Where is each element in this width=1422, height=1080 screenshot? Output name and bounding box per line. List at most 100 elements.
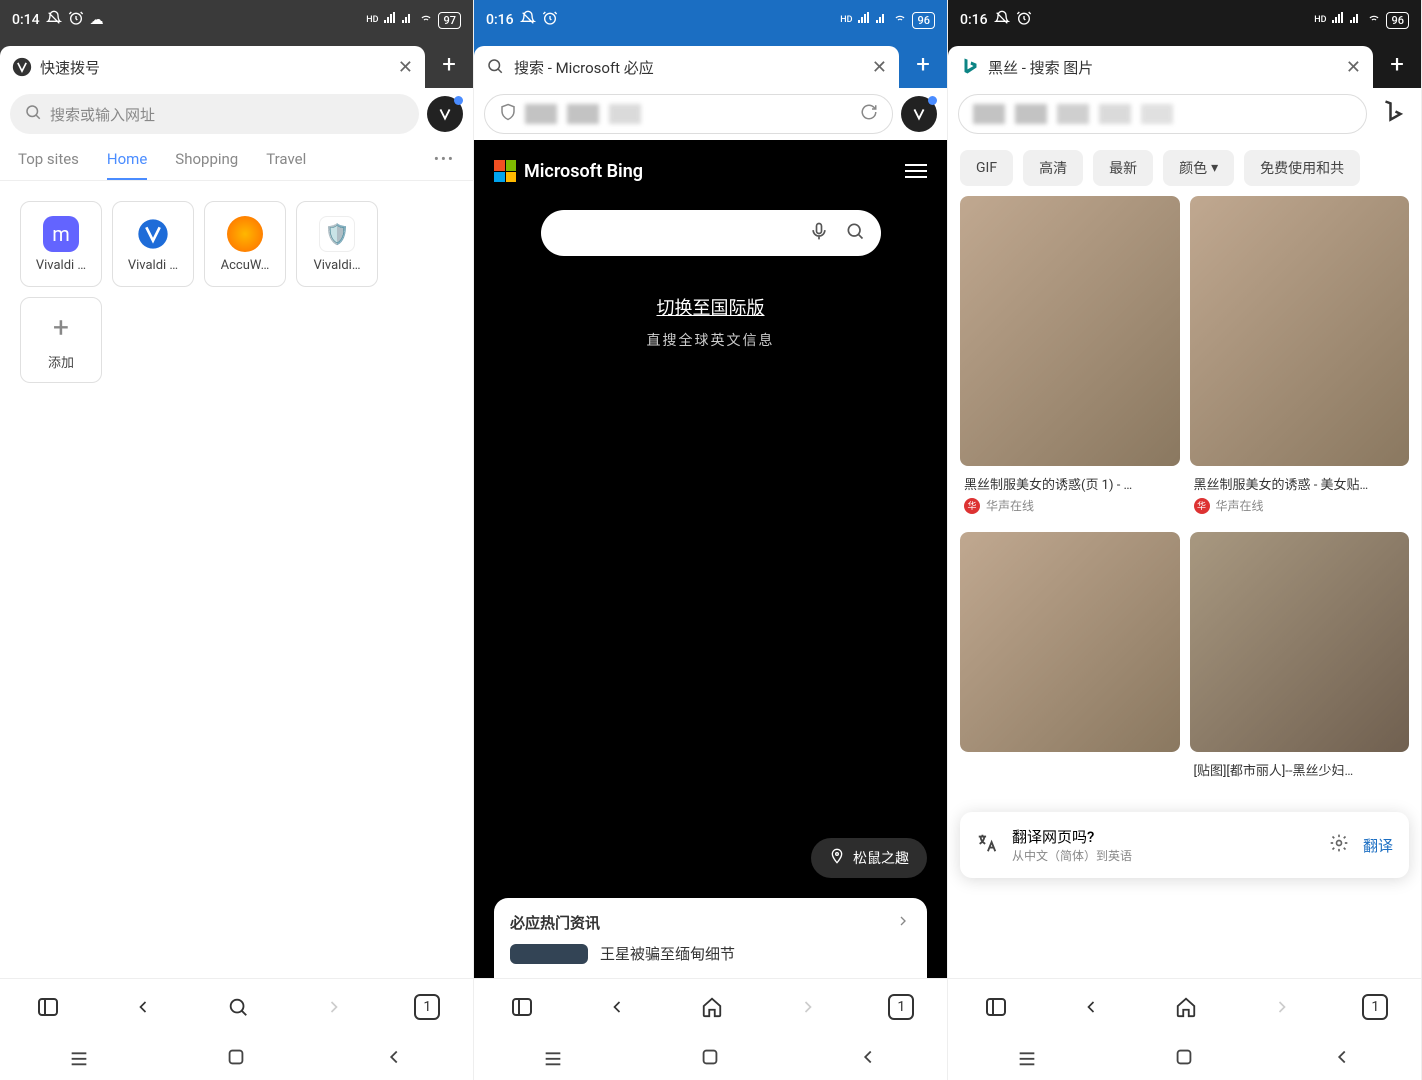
home-icon[interactable]	[699, 1046, 721, 1068]
panel-icon[interactable]	[33, 992, 63, 1022]
close-icon[interactable]: ✕	[872, 57, 887, 78]
gear-icon[interactable]	[1329, 833, 1349, 858]
bottom-toolbar: 1	[948, 978, 1421, 1034]
recents-icon[interactable]	[542, 1046, 564, 1068]
speed-dial-item[interactable]: m Vivaldi …	[20, 201, 102, 287]
speed-dial-item[interactable]: AccuW…	[204, 201, 286, 287]
home-icon[interactable]	[697, 992, 727, 1022]
profile-button[interactable]	[427, 96, 463, 132]
new-tab-button[interactable]: +	[899, 50, 947, 78]
tab-count-button[interactable]: 1	[1362, 994, 1388, 1020]
panel-icon[interactable]	[507, 992, 537, 1022]
chevron-right-icon[interactable]	[895, 913, 911, 933]
news-headline[interactable]: 王星被骗至缅甸细节	[600, 943, 735, 964]
profile-button[interactable]	[1375, 96, 1411, 132]
browser-tab[interactable]: 搜索 - Microsoft 必应 ✕	[474, 46, 899, 88]
signal-icon	[856, 12, 870, 28]
address-input[interactable]	[958, 94, 1367, 134]
back-icon[interactable]	[1076, 992, 1106, 1022]
back-icon[interactable]	[602, 992, 632, 1022]
bing-icon	[960, 57, 980, 77]
tab-title: 搜索 - Microsoft 必应	[514, 57, 864, 78]
image-result[interactable]	[960, 532, 1180, 752]
alarm-icon	[1016, 10, 1032, 30]
url-bar	[948, 88, 1421, 140]
forward-icon	[319, 992, 349, 1022]
location-chip[interactable]: 松鼠之趣	[811, 838, 927, 878]
result-caption: [贴图][都市丽人]--黑丝少妇…	[1190, 752, 1410, 783]
forward-icon	[793, 992, 823, 1022]
url-text-blurred	[525, 104, 852, 124]
speed-dial-item[interactable]: Vivaldi …	[112, 201, 194, 287]
address-placeholder: 搜索或输入网址	[50, 104, 405, 125]
speed-dial-item[interactable]: 🛡️ Vivaldi…	[296, 201, 378, 287]
hamburger-icon[interactable]	[905, 164, 927, 178]
translate-banner: 翻译网页吗? 从中文（简体）到英语 翻译	[960, 812, 1409, 878]
add-dial-button[interactable]: + 添加	[20, 297, 102, 383]
signal-icon	[1330, 12, 1344, 28]
recents-icon[interactable]	[1016, 1046, 1038, 1068]
new-tab-button[interactable]: +	[425, 50, 473, 78]
switch-intl-link[interactable]: 切换至国际版	[657, 294, 765, 320]
translate-button[interactable]: 翻译	[1363, 835, 1393, 856]
nav-more-icon[interactable]: •••	[434, 150, 455, 180]
result-caption: 黑丝制服美女的诱惑 - 美女贴…	[1190, 466, 1410, 497]
tab-count-button[interactable]: 1	[414, 994, 440, 1020]
system-nav	[948, 1034, 1421, 1080]
close-icon[interactable]: ✕	[398, 57, 413, 78]
search-icon[interactable]	[845, 221, 865, 245]
nav-tab-travel[interactable]: Travel	[266, 150, 306, 180]
news-panel[interactable]: 必应热门资讯 王星被骗至缅甸细节	[494, 898, 927, 978]
home-icon[interactable]	[1171, 992, 1201, 1022]
status-bar: 0:16 HD 96	[948, 0, 1421, 40]
recents-icon[interactable]	[68, 1046, 90, 1068]
image-result[interactable]: 黑丝制服美女的诱惑 - 美女贴… 华华声在线	[1190, 196, 1410, 522]
sys-back-icon[interactable]	[1331, 1046, 1353, 1068]
nav-tab-shopping[interactable]: Shopping	[175, 150, 238, 180]
filter-gif[interactable]: GIF	[960, 150, 1013, 186]
profile-button[interactable]	[901, 96, 937, 132]
tab-count-button[interactable]: 1	[888, 994, 914, 1020]
image-result[interactable]: 黑丝制服美女的诱惑(页 1) - … 华华声在线	[960, 196, 1180, 522]
tab-title: 黑丝 - 搜索 图片	[988, 57, 1338, 78]
subtitle-text: 直搜全球英文信息	[647, 330, 775, 350]
signal-icon	[382, 12, 396, 28]
wifi-icon	[418, 11, 434, 29]
sys-back-icon[interactable]	[857, 1046, 879, 1068]
system-nav	[0, 1034, 473, 1080]
battery-indicator: 96	[912, 12, 935, 29]
image-result[interactable]: [贴图][都市丽人]--黑丝少妇…	[1190, 532, 1410, 783]
browser-tab[interactable]: 快速拨号 ✕	[0, 46, 425, 88]
nav-tab-home[interactable]: Home	[107, 150, 147, 180]
alarm-icon	[542, 10, 558, 30]
search-icon[interactable]	[223, 992, 253, 1022]
hd-icon: HD	[366, 15, 378, 25]
close-icon[interactable]: ✕	[1346, 57, 1361, 78]
tab-title: 快速拨号	[40, 57, 390, 78]
bing-search-input[interactable]	[541, 210, 881, 256]
back-icon[interactable]	[128, 992, 158, 1022]
panel-icon[interactable]	[981, 992, 1011, 1022]
reload-icon[interactable]	[860, 103, 878, 125]
filter-latest[interactable]: 最新	[1093, 150, 1153, 186]
filter-hd[interactable]: 高清	[1023, 150, 1083, 186]
bing-logo[interactable]: Microsoft Bing	[494, 160, 643, 182]
bell-off-icon	[994, 10, 1010, 30]
sys-back-icon[interactable]	[383, 1046, 405, 1068]
hd-icon: HD	[840, 15, 852, 25]
browser-tab[interactable]: 黑丝 - 搜索 图片 ✕	[948, 46, 1373, 88]
nav-tab-top-sites[interactable]: Top sites	[18, 150, 79, 180]
filter-license[interactable]: 免费使用和共	[1244, 150, 1360, 186]
url-text-blurred	[973, 104, 1352, 124]
filter-color[interactable]: 颜色 ▾	[1163, 150, 1234, 186]
shield-icon	[499, 103, 517, 125]
address-input[interactable]	[484, 94, 893, 134]
home-icon[interactable]	[225, 1046, 247, 1068]
address-input[interactable]: 搜索或输入网址	[10, 94, 419, 134]
home-icon[interactable]	[1173, 1046, 1195, 1068]
speed-dial-grid: m Vivaldi … Vivaldi … AccuW… 🛡️ Vivaldi……	[0, 181, 473, 403]
new-tab-button[interactable]: +	[1373, 50, 1421, 78]
battery-indicator: 96	[1386, 12, 1409, 29]
search-icon	[24, 103, 42, 125]
mic-icon[interactable]	[809, 221, 829, 245]
